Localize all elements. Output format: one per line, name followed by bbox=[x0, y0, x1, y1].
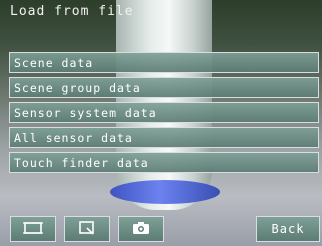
zoom-window-icon bbox=[77, 220, 97, 239]
frame-icon bbox=[23, 220, 43, 239]
menu-item-scene-data[interactable]: Scene data bbox=[9, 52, 319, 73]
toolbar: Back bbox=[10, 216, 322, 246]
menu-item-sensor-system-data[interactable]: Sensor system data bbox=[9, 102, 319, 123]
frame-button[interactable] bbox=[10, 216, 56, 242]
menu-item-touch-finder-data[interactable]: Touch finder data bbox=[9, 152, 319, 173]
screen: Load from file Scene data Scene group da… bbox=[0, 0, 322, 246]
menu-item-all-sensor-data[interactable]: All sensor data bbox=[9, 127, 319, 148]
page-title: Load from file bbox=[10, 4, 134, 19]
back-button[interactable]: Back bbox=[256, 216, 320, 242]
zoom-window-button[interactable] bbox=[64, 216, 110, 242]
bottle-cap-image bbox=[110, 180, 220, 204]
load-menu: Scene data Scene group data Sensor syste… bbox=[9, 52, 319, 177]
camera-icon bbox=[131, 220, 151, 239]
camera-button[interactable] bbox=[118, 216, 164, 242]
menu-item-scene-group-data[interactable]: Scene group data bbox=[9, 77, 319, 98]
